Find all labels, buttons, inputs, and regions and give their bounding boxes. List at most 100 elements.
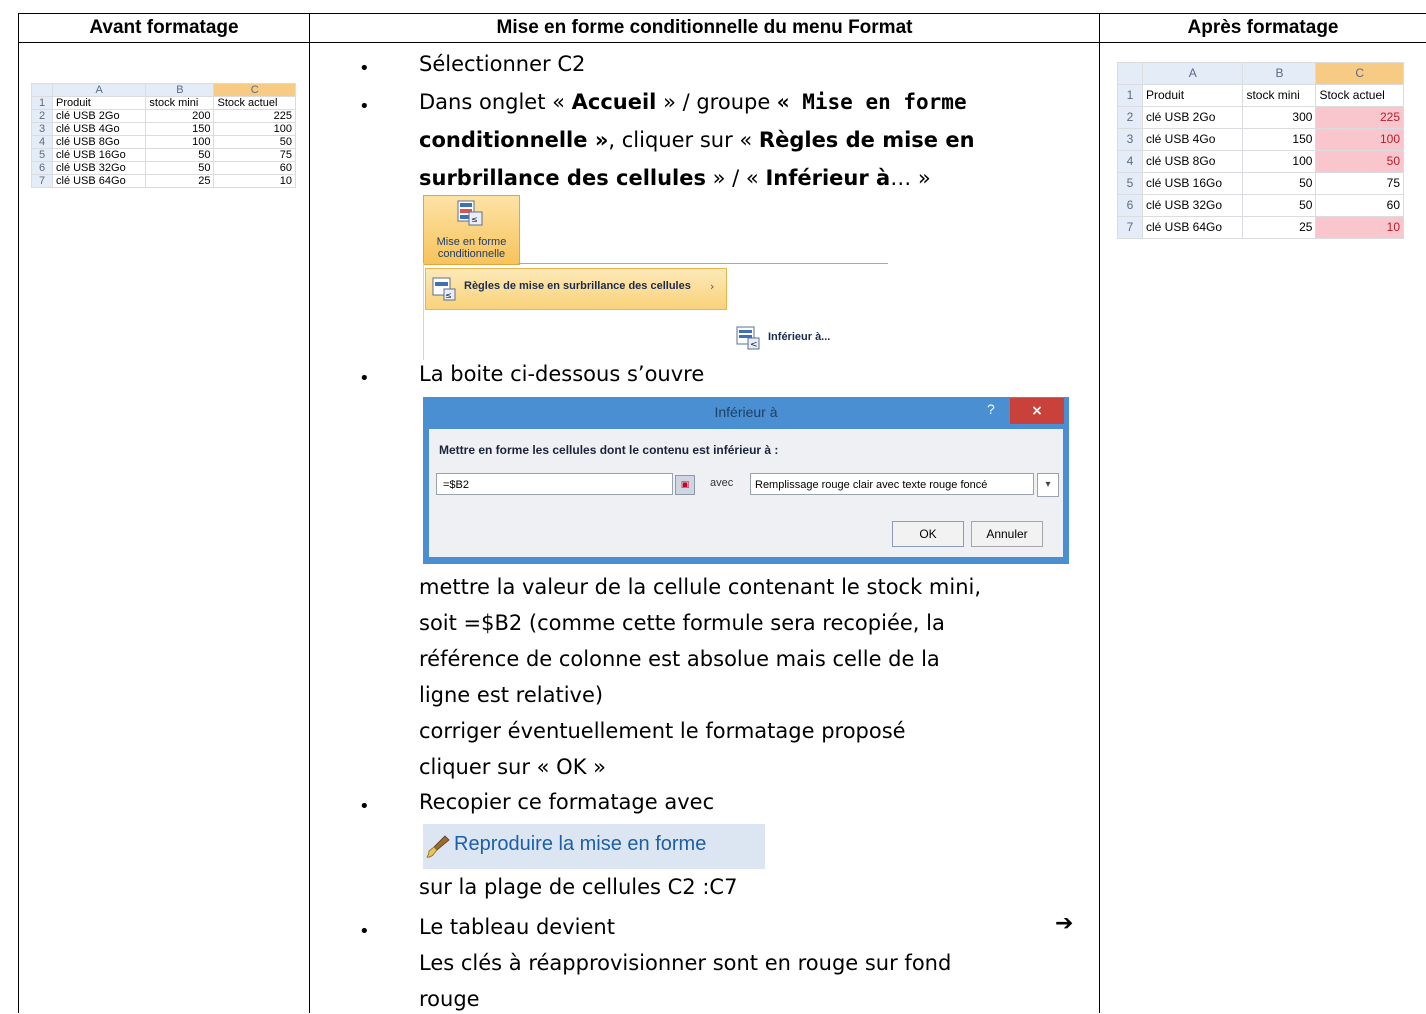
less-than-dialog: Inférieur à ? × Mettre en forme les cell… [423, 397, 1069, 564]
conditional-format-icon: ≤ [457, 200, 483, 226]
cell-product: clé USB 2Go [1141, 106, 1244, 129]
table-row: 4 clé USB 8Go 100 50 [31, 135, 296, 149]
cell-stock-actuel: 75 [213, 148, 296, 162]
row-number: 6 [1117, 194, 1143, 217]
header-middle: Mise en forme conditionnelle du menu For… [496, 17, 913, 38]
cell-stock-actuel: Stock actuel [213, 96, 296, 110]
cancel-button[interactable]: Annuler [971, 521, 1043, 547]
cell-stock-actuel: 225 [213, 109, 296, 123]
cell-stock-mini: 50 [145, 148, 215, 162]
step-painter-range: sur la plage de cellules C2 :C7 [419, 875, 738, 899]
row-number: 3 [1117, 128, 1143, 151]
step-dialog-line1: mettre la valeur de la cellule contenant… [419, 575, 982, 599]
step-dialog-line4: ligne est relative) [419, 683, 604, 707]
close-button[interactable]: × [1010, 398, 1064, 424]
cell-stock-mini: 50 [1242, 172, 1317, 195]
cell-product: clé USB 32Go [51, 161, 147, 175]
cell-stock-mini: 100 [1242, 150, 1317, 173]
cell-stock-mini: 25 [145, 174, 215, 188]
cell-stock-actuel: 10 [213, 174, 296, 188]
cell-product: clé USB 64Go [51, 174, 147, 188]
bullet: • [359, 96, 370, 117]
cell-stock-actuel: 75 [1315, 172, 1404, 195]
table-row: 5 clé USB 16Go 50 75 [31, 148, 296, 162]
column-header-row: A B C [1117, 62, 1404, 85]
column-divider-2 [1099, 13, 1100, 1013]
column-header-row: A B C [31, 83, 296, 97]
table-row: 7 clé USB 64Go 25 10 [31, 174, 296, 188]
highlight-rules-icon: ≤ [432, 277, 456, 301]
conditional-format-button[interactable]: ≤ Mise en forme conditionnelle [423, 195, 520, 265]
format-painter-button[interactable]: Reproduire la mise en forme [423, 824, 765, 869]
corner-cell [1117, 62, 1143, 85]
cell-product: clé USB 2Go [51, 109, 147, 123]
dialog-prompt: Mettre en forme les cellules dont le con… [439, 443, 779, 457]
submenu-less-than[interactable]: Inférieur à... [768, 331, 830, 343]
step-menu-line1: Dans onglet « Accueil » / groupe « Mise … [419, 90, 967, 114]
table-row: 3 clé USB 4Go 150 100 [31, 122, 296, 136]
row-number: 5 [1117, 172, 1143, 195]
ok-button[interactable]: OK [892, 521, 964, 547]
column-header: C [1315, 62, 1404, 85]
collapse-dialog-icon[interactable]: ▣ [675, 475, 695, 495]
cell-stock-mini: 50 [1242, 194, 1317, 217]
step-result: Le tableau devient [419, 915, 615, 939]
value-input[interactable]: =$B2 [436, 473, 673, 495]
help-icon[interactable]: ? [987, 401, 995, 417]
cell-product: clé USB 16Go [1141, 172, 1244, 195]
table-row: 6 clé USB 32Go 50 60 [31, 161, 296, 175]
format-painter-label: Reproduire la mise en forme [454, 833, 707, 855]
column-header: B [145, 83, 215, 97]
step-dialog-line6: cliquer sur « OK » [419, 755, 606, 779]
conditional-format-label: Mise en forme conditionnelle [436, 236, 507, 260]
table-row: 7 clé USB 64Go 25 10 [1117, 216, 1404, 239]
ribbon-screenshot: ≤ Mise en forme conditionnelle ≤ Règles … [423, 195, 888, 360]
cell-stock-actuel: 60 [1315, 194, 1404, 217]
chevron-down-icon[interactable]: ▾ [1037, 473, 1059, 497]
chevron-right-icon: › [710, 280, 715, 293]
cell-stock-mini: stock mini [145, 96, 215, 110]
table-row: 2 clé USB 2Go 200 225 [31, 109, 296, 123]
menu-edge [423, 263, 424, 360]
cell-stock-mini: 150 [1242, 128, 1317, 151]
cell-product: clé USB 32Go [1141, 194, 1244, 217]
dialog-title: Inférieur à [714, 404, 778, 420]
spreadsheet-before: A B C 1 Produit stock mini Stock actuel 2 clé… [31, 83, 296, 188]
cell-stock-mini: 100 [145, 135, 215, 149]
cell-stock-actuel: 60 [213, 161, 296, 175]
cell-stock-mini: 25 [1242, 216, 1317, 239]
cell-stock-mini: 300 [1242, 106, 1317, 129]
step-dialog-line2: soit =$B2 (comme cette formule sera reco… [419, 611, 945, 635]
bullet: • [359, 368, 370, 389]
table-row: 1 Produit stock mini Stock actuel [31, 96, 296, 110]
step-dialog-line5: corriger éventuellement le formatage pro… [419, 719, 906, 743]
cell-stock-actuel: 50 [1315, 150, 1404, 173]
step-dialog: La boite ci-dessous s’ouvre [419, 362, 705, 386]
step-painter: Recopier ce formatage avec [419, 790, 715, 814]
svg-text:≤: ≤ [471, 215, 478, 224]
cell-stock-mini: stock mini [1242, 84, 1317, 107]
row-number: 2 [1117, 106, 1143, 129]
cell-product: Produit [51, 96, 147, 110]
cell-product: clé USB 8Go [51, 135, 147, 149]
dialog-body: Mettre en forme les cellules dont le con… [429, 429, 1063, 557]
spreadsheet-after: A B C 1 Produit stock mini Stock actuel 2 clé… [1117, 62, 1404, 239]
row-number: 6 [31, 161, 53, 175]
row-number: 1 [31, 96, 53, 110]
arrow-right-icon: ➔ [1055, 911, 1074, 936]
less-than-icon: < [736, 326, 760, 350]
row-number: 4 [1117, 150, 1143, 173]
step-menu-line2: conditionnelle », cliquer sur « Règles d… [419, 128, 975, 152]
menu-item-highlight-rules[interactable]: ≤ Règles de mise en surbrillance des cel… [425, 268, 727, 310]
bullet: • [359, 796, 370, 817]
table-row: 6 clé USB 32Go 50 60 [1117, 194, 1404, 217]
cell-stock-actuel: 225 [1315, 106, 1404, 129]
cell-stock-actuel: 100 [1315, 128, 1404, 151]
row-number: 5 [31, 148, 53, 162]
cell-stock-actuel: Stock actuel [1315, 84, 1404, 107]
header-after: Après formatage [1187, 17, 1339, 38]
svg-text:≤: ≤ [445, 291, 452, 300]
format-select[interactable]: Remplissage rouge clair avec texte rouge… [750, 473, 1034, 495]
cell-product: clé USB 64Go [1141, 216, 1244, 239]
cell-stock-mini: 200 [145, 109, 215, 123]
